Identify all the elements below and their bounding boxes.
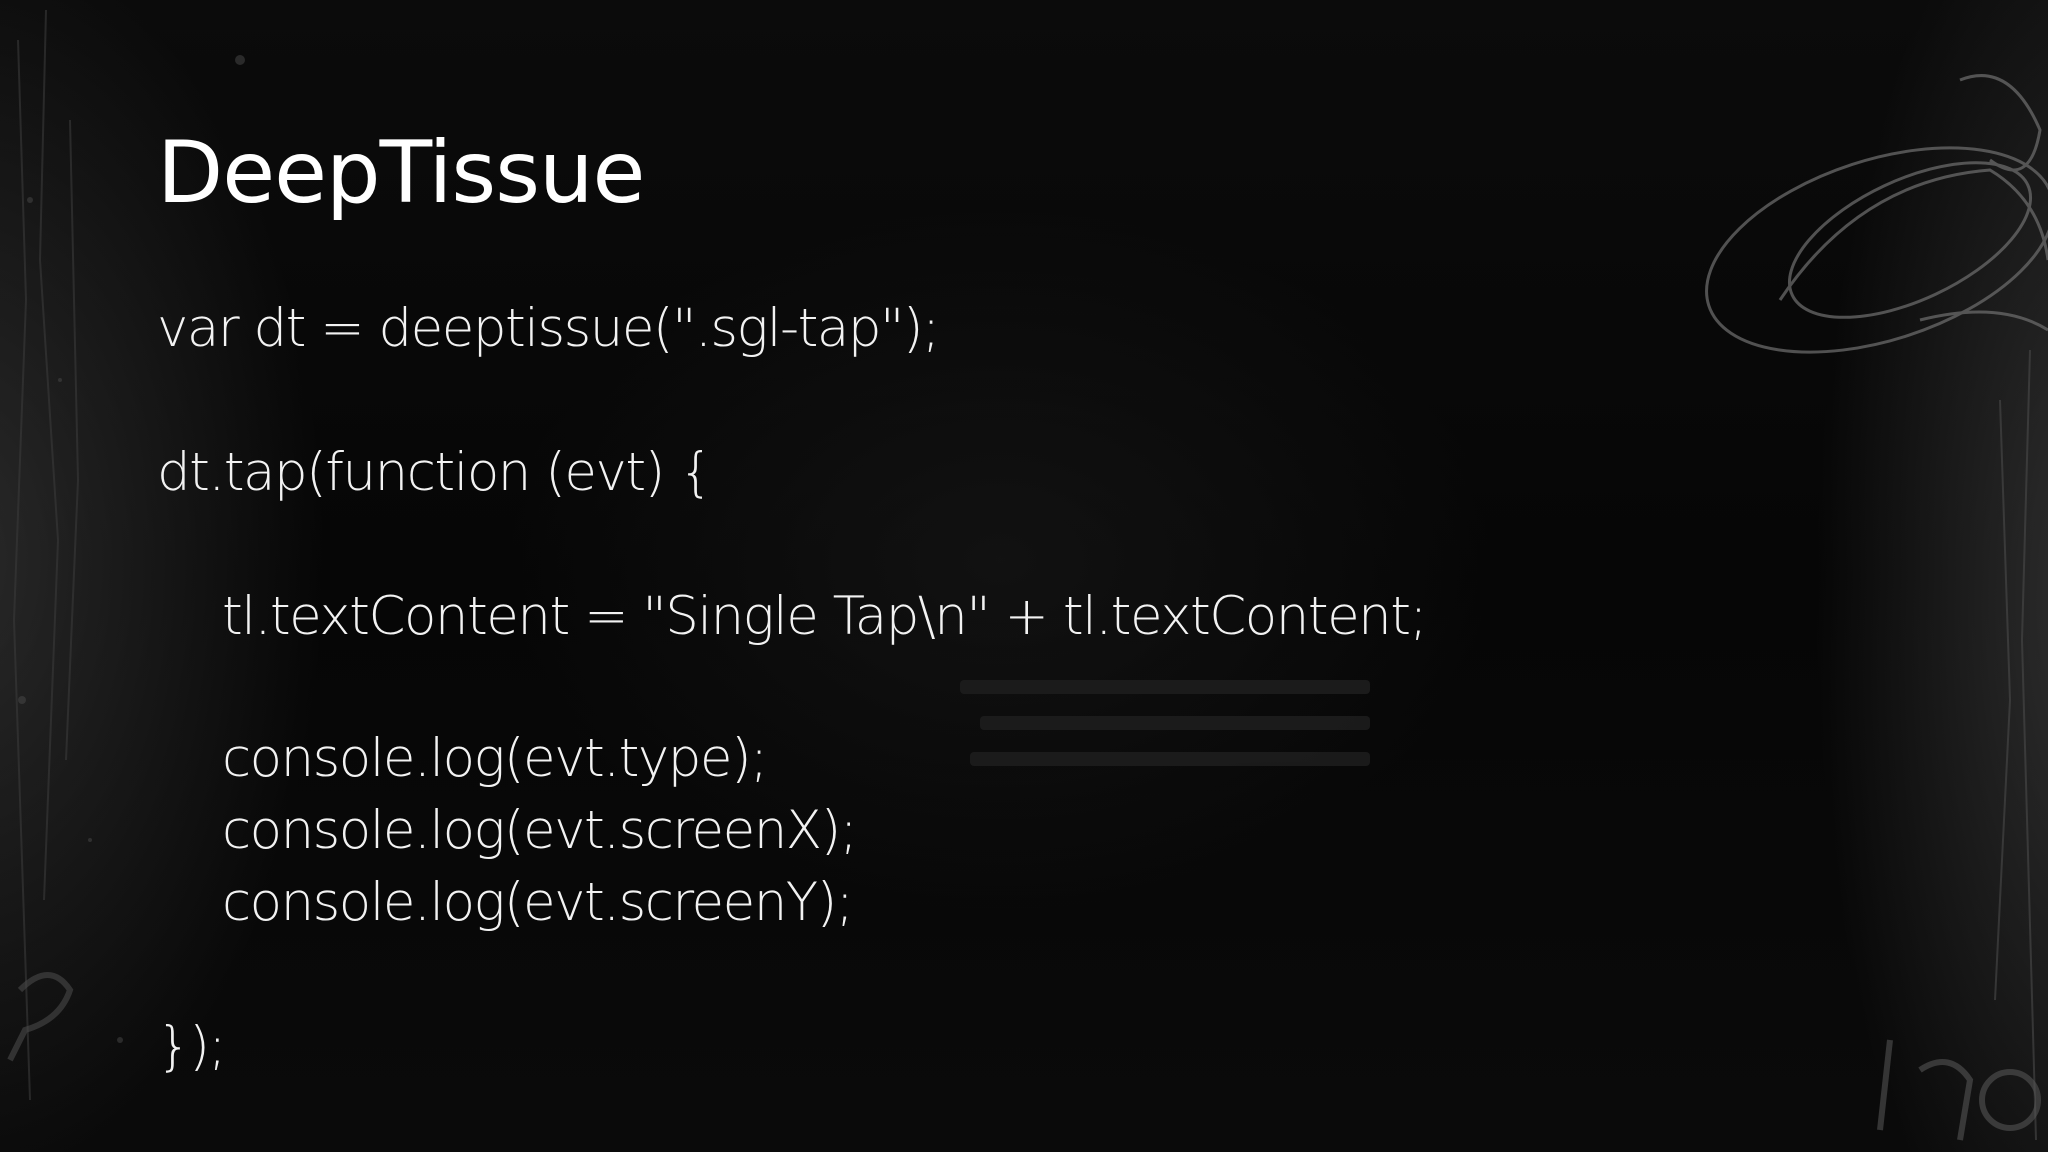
code-line-tap-open: dt.tap(function (evt) { — [157, 442, 713, 503]
code-line-var: var dt = deeptissue(".sgl-tap"); — [157, 298, 940, 359]
code-line-close: }); — [157, 1016, 226, 1077]
slide-title: DeepTissue — [157, 123, 645, 223]
code-line-log-type: console.log(evt.type); — [222, 728, 768, 789]
code-line-log-screenx: console.log(evt.screenX); — [222, 800, 858, 861]
code-line-log-screeny: console.log(evt.screenY); — [222, 872, 854, 933]
slide: DeepTissue var dt = deeptissue(".sgl-tap… — [0, 0, 2048, 1152]
code-line-textcontent: tl.textContent = "Single Tap\n" + tl.tex… — [222, 586, 1427, 647]
